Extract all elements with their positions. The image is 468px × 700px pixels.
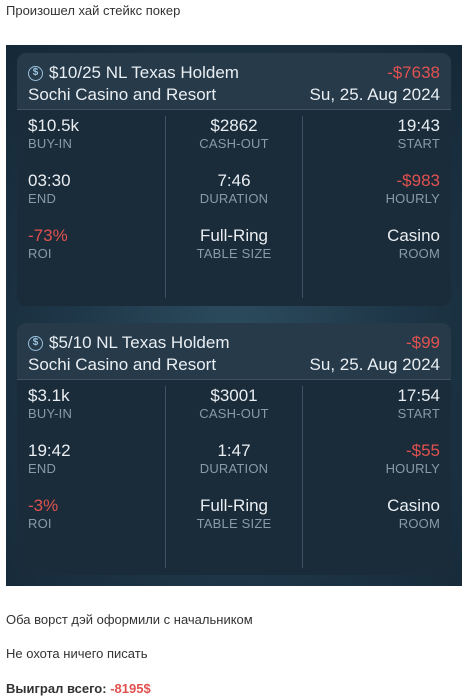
stat-label: START: [397, 136, 440, 151]
stat-duration: 1:47 DURATION: [164, 441, 304, 476]
stat-value: 17:54: [397, 386, 440, 405]
venue-name: Sochi Casino and Resort: [28, 355, 217, 374]
stats-grid: $10.5k BUY-IN $2862 CASH-OUT 19:43 START…: [17, 110, 451, 306]
session-result: -$99: [405, 333, 440, 352]
stat-value: Casino: [387, 226, 440, 245]
stat-buyin: $10.5k BUY-IN: [28, 116, 168, 151]
stat-label: TABLE SIZE: [196, 246, 272, 261]
session-result: -$7638: [387, 63, 440, 82]
intro-text: Произошел хай стейкс покер: [6, 3, 181, 18]
stat-value: $3.1k: [28, 386, 70, 405]
post-paragraph: Не охота ничего писать: [6, 646, 148, 661]
stat-label: HOURLY: [385, 461, 440, 476]
stat-value: Full-Ring: [199, 226, 269, 245]
stat-label: ROOM: [398, 516, 440, 531]
stat-end: 03:30 END: [28, 171, 168, 206]
stat-start: 17:54 START: [300, 386, 440, 421]
stat-label: ROI: [28, 246, 52, 261]
stat-hourly: -$55 HOURLY: [300, 441, 440, 476]
stat-value: -73%: [28, 226, 68, 245]
stat-table-size: Full-Ring TABLE SIZE: [164, 226, 304, 261]
stat-buyin: $3.1k BUY-IN: [28, 386, 168, 421]
stat-value: 7:46: [217, 171, 251, 190]
stat-label: DURATION: [199, 191, 269, 206]
game-title: $5/10 NL Texas Holdem: [49, 333, 230, 352]
total-summary: Выиграл всего: -8195$: [6, 681, 151, 696]
stat-value: Casino: [387, 496, 440, 515]
dollar-coin-icon: $: [28, 336, 43, 351]
stat-value: $3001: [210, 386, 258, 405]
session-date: Su, 25. Aug 2024: [309, 85, 440, 104]
post-paragraph: Оба ворст дэй оформили с начальником: [6, 612, 253, 627]
stat-label: ROI: [28, 516, 52, 531]
stat-value: -$983: [396, 171, 440, 190]
stat-start: 19:43 START: [300, 116, 440, 151]
stat-label: BUY-IN: [28, 406, 73, 421]
stat-label: CASH-OUT: [199, 406, 269, 421]
stat-label: END: [28, 191, 57, 206]
stat-end: 19:42 END: [28, 441, 168, 476]
stat-value: Full-Ring: [199, 496, 269, 515]
stat-cashout: $3001 CASH-OUT: [164, 386, 304, 421]
stat-room: Casino ROOM: [300, 226, 440, 261]
session-header: $ $10/25 NL Texas Holdem Sochi Casino an…: [17, 53, 451, 110]
stat-value: $10.5k: [28, 116, 80, 135]
total-amount: -8195$: [110, 681, 151, 696]
stat-value: 03:30: [28, 171, 71, 190]
stat-hourly: -$983 HOURLY: [300, 171, 440, 206]
dollar-coin-icon: $: [28, 66, 43, 81]
stat-value: -3%: [28, 496, 59, 515]
stat-cashout: $2862 CASH-OUT: [164, 116, 304, 151]
stat-label: TABLE SIZE: [196, 516, 272, 531]
stat-value: 1:47: [217, 441, 251, 460]
stat-room: Casino ROOM: [300, 496, 440, 531]
total-label: Выиграл всего:: [6, 681, 111, 696]
stat-label: BUY-IN: [28, 136, 73, 151]
stat-label: HOURLY: [385, 191, 440, 206]
stat-label: END: [28, 461, 57, 476]
stats-grid: $3.1k BUY-IN $3001 CASH-OUT 17:54 START …: [17, 380, 451, 575]
stat-label: CASH-OUT: [199, 136, 269, 151]
sessions-screenshot: $ $10/25 NL Texas Holdem Sochi Casino an…: [6, 45, 462, 586]
session-card[interactable]: $ $10/25 NL Texas Holdem Sochi Casino an…: [17, 53, 451, 306]
stat-value: -$55: [405, 441, 440, 460]
stat-value: 19:43: [397, 116, 440, 135]
game-title: $10/25 NL Texas Holdem: [49, 63, 239, 82]
stat-duration: 7:46 DURATION: [164, 171, 304, 206]
stat-label: ROOM: [398, 246, 440, 261]
session-date: Su, 25. Aug 2024: [309, 355, 440, 374]
session-header: $ $5/10 NL Texas Holdem Sochi Casino and…: [17, 323, 451, 380]
venue-name: Sochi Casino and Resort: [28, 85, 217, 104]
stat-value: $2862: [210, 116, 258, 135]
session-card[interactable]: $ $5/10 NL Texas Holdem Sochi Casino and…: [17, 323, 451, 575]
stat-label: DURATION: [199, 461, 269, 476]
stat-roi: -73% ROI: [28, 226, 168, 261]
stat-label: START: [397, 406, 440, 421]
stat-value: 19:42: [28, 441, 71, 460]
stat-table-size: Full-Ring TABLE SIZE: [164, 496, 304, 531]
stat-roi: -3% ROI: [28, 496, 168, 531]
